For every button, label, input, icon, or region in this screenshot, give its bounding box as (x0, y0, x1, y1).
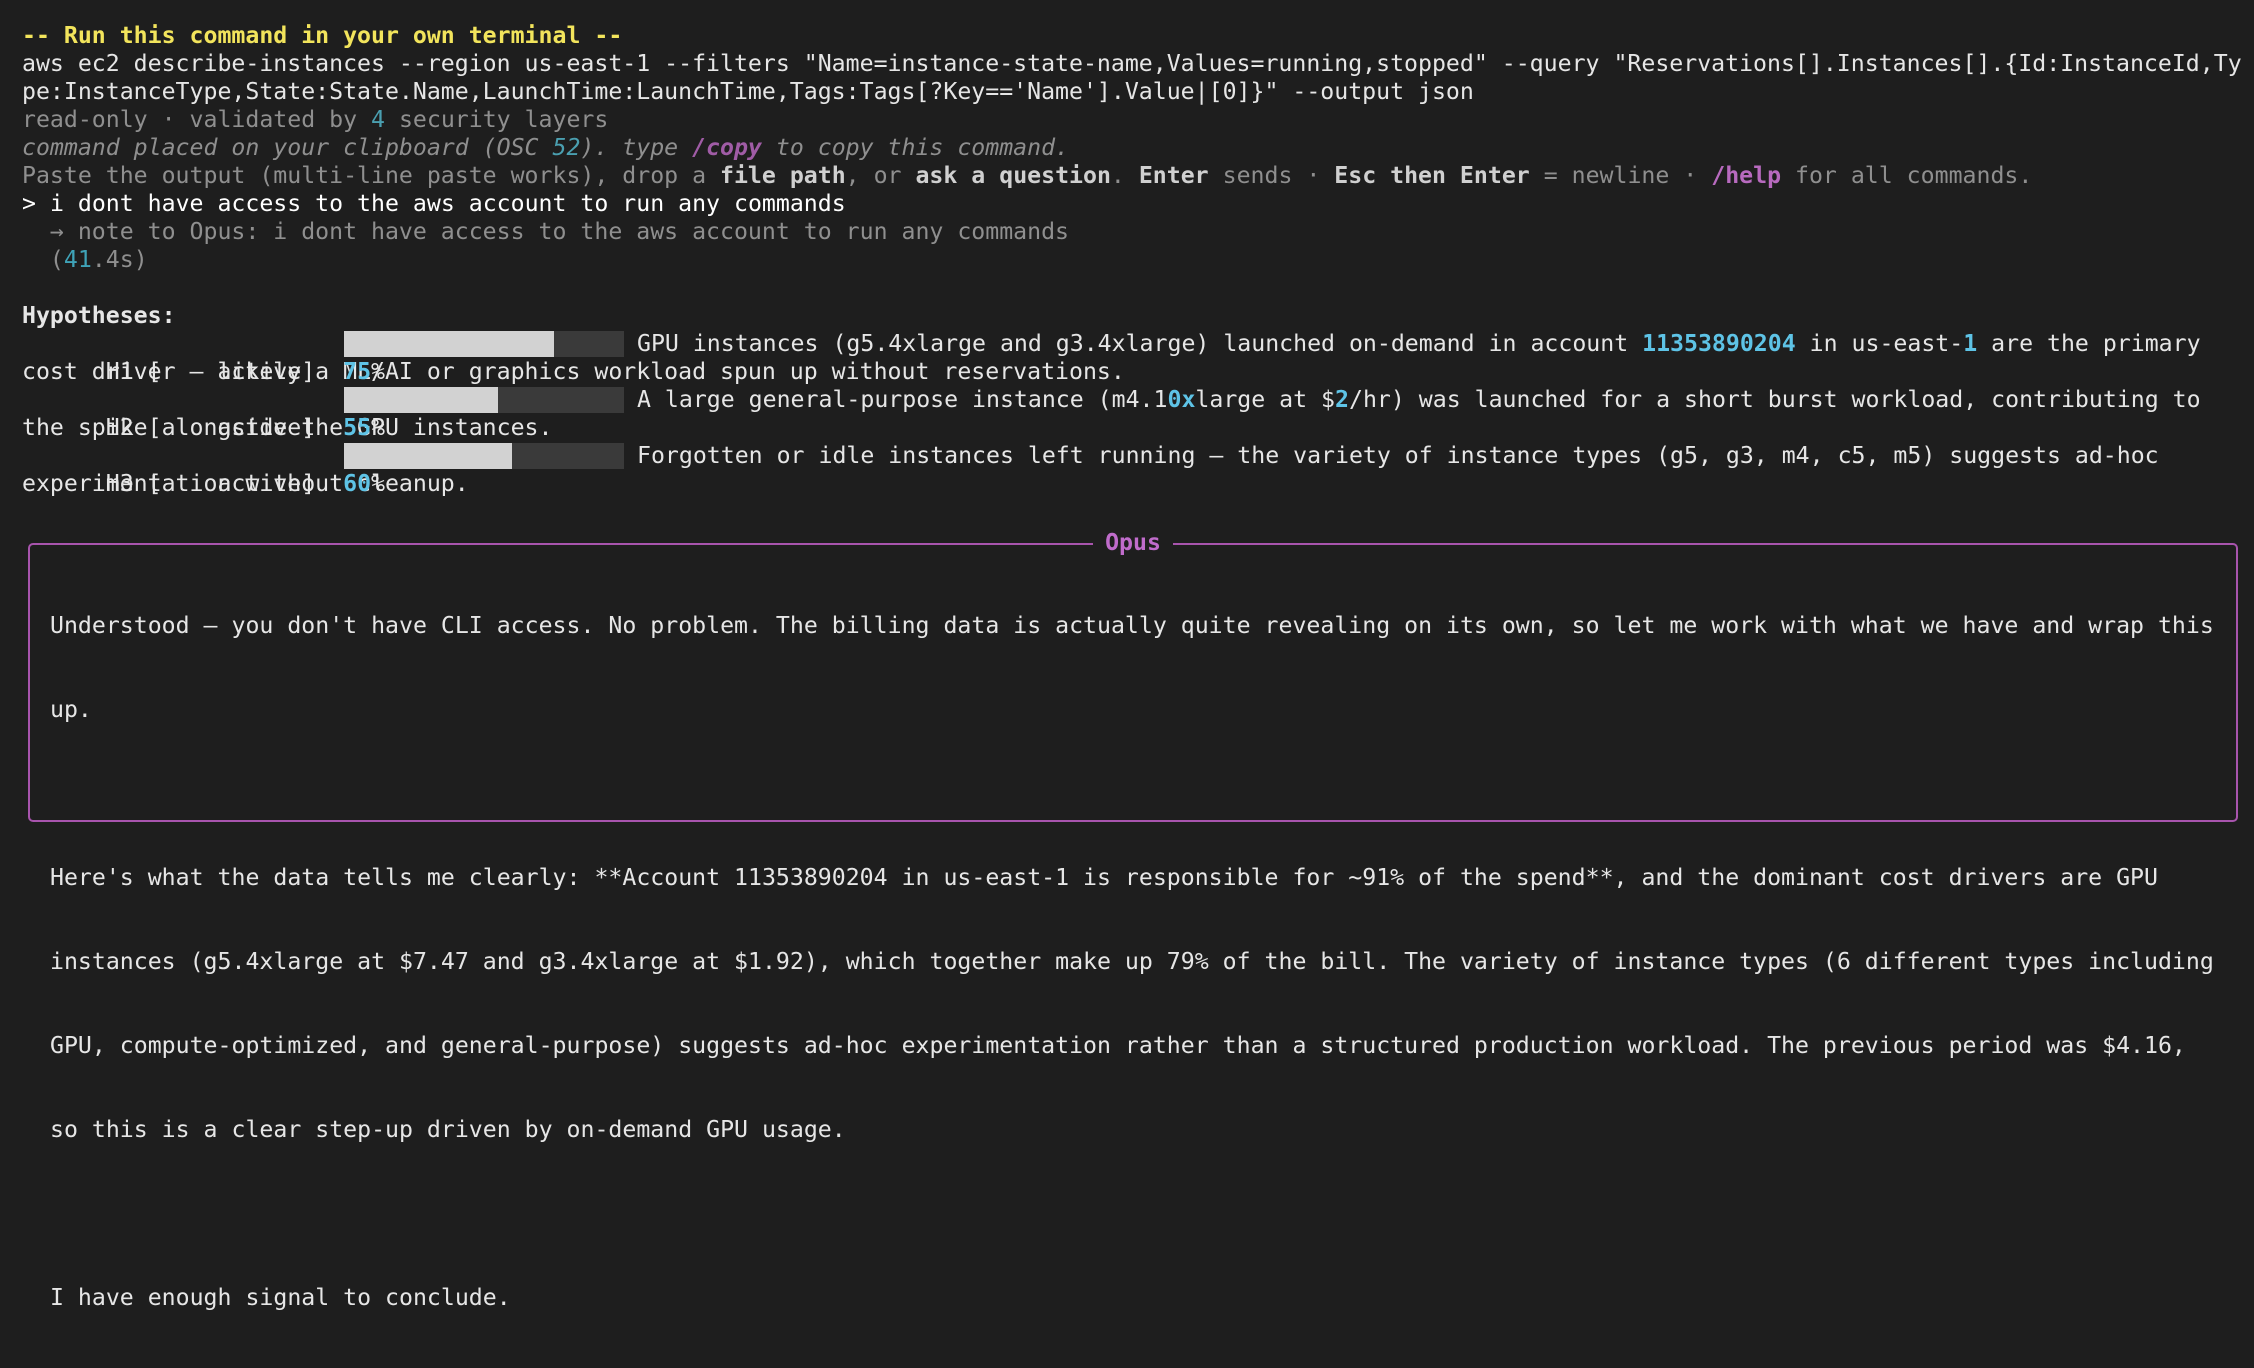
opus-line: Understood — you don't have CLI access. … (50, 612, 2214, 639)
opus-line: instances (g5.4xlarge at $7.47 and g3.4x… (50, 948, 2214, 975)
note-to-opus: → note to Opus: i dont have access to th… (22, 218, 2237, 246)
hypothesis-status: active (217, 414, 302, 441)
percent-sign: % (371, 414, 385, 441)
hypothesis-label: H1 [ active] 75% (105, 358, 385, 385)
opus-line: Here's what the data tells me clearly: *… (50, 864, 2158, 891)
hypothesis-label: H3 [ active] 60% (105, 470, 385, 497)
opus-line (50, 780, 2220, 808)
hypothesis-h2: H2 [ active] 55% A large general-purpose… (22, 386, 2237, 441)
opus-line: up. (50, 696, 92, 723)
clipboard-notice: command placed on your clipboard (OSC 52… (22, 134, 2237, 162)
instructions-text-5: = newline · (1529, 162, 1712, 189)
hypothesis-percent: 75 (343, 358, 372, 385)
opus-title-text: Opus (1093, 529, 1173, 556)
validation-count: 4 (371, 106, 385, 133)
opus-line: so this is a clear step-up driven by on-… (50, 1116, 846, 1143)
instructions-text-1: Paste the output (multi-line paste works… (22, 162, 721, 189)
clipboard-middle: ). type (580, 134, 693, 161)
opus-response-panel: Opus Understood — you don't have CLI acc… (28, 529, 2238, 1311)
clipboard-prefix: command placed on your clipboard (OSC (22, 134, 553, 161)
confidence-bar (344, 387, 624, 413)
run-command-title: -- Run this command in your own terminal… (22, 22, 623, 49)
opus-line (50, 1200, 2220, 1228)
instructions-text-2: , or (845, 162, 916, 189)
desc-text: /hr) was launched for a short burst work… (1348, 386, 2201, 413)
input-instructions: Paste the output (multi-line paste works… (22, 162, 2237, 190)
aws-command-line-2[interactable]: pe:InstanceType,State:State.Name,LaunchT… (22, 78, 2237, 106)
opus-panel-title: Opus (30, 529, 2236, 557)
region-number: 1 (1963, 330, 1978, 357)
hypothesis-id: H2 (105, 414, 134, 441)
esc-enter-key-hint: Esc then Enter (1334, 162, 1530, 189)
desc-text: GPU instances (g5.4xlarge and g3.4xlarge… (637, 330, 1643, 357)
enter-key-hint: Enter (1138, 162, 1209, 189)
hypothesis-label: H2 [ active] 55% (105, 414, 385, 441)
opus-line: I have enough signal to conclude. (50, 1284, 511, 1311)
validation-prefix: read-only · validated by (22, 106, 372, 133)
hypothesis-status: active (217, 358, 302, 385)
hypothesis-h3: H3 [ active] 60% Forgotten or idle insta… (22, 442, 2237, 497)
help-command[interactable]: /help (1711, 162, 1781, 189)
instructions-text-4: sends · (1208, 162, 1335, 189)
percent-sign: % (371, 358, 385, 385)
confidence-bar (344, 443, 624, 469)
confidence-bar (344, 331, 624, 357)
account-id: 11353890204 (1642, 330, 1796, 357)
confidence-bar-fill (344, 443, 512, 469)
desc-text: in us-east- (1795, 330, 1964, 357)
terminal-output: -- Run this command in your own terminal… (22, 22, 2242, 498)
instructions-text-3: . (1110, 162, 1139, 189)
hypothesis-id: H3 (105, 470, 134, 497)
highlight: 2 (1335, 386, 1349, 413)
elapsed-open: ( (49, 246, 64, 273)
opus-response-body: Understood — you don't have CLI access. … (50, 556, 2220, 1368)
highlight: 0x (1167, 386, 1196, 413)
validation-suffix: security layers (384, 106, 609, 133)
user-input-line: > i dont have access to the aws account … (22, 190, 2237, 218)
desc-text: are the primary (1977, 330, 2201, 357)
hypothesis-description: A large general-purpose instance (m4.10x… (637, 386, 2201, 414)
confidence-bar-fill (344, 387, 498, 413)
hypothesis-h1: H1 [ active] 75% GPU instances (g5.4xlar… (22, 330, 2237, 385)
prompt-symbol: > (22, 190, 36, 217)
desc-text: large at $ (1195, 386, 1336, 413)
note-text: → note to Opus: i dont have access to th… (49, 218, 1070, 245)
confidence-bar-fill (344, 331, 554, 357)
opus-line: GPU, compute-optimized, and general-purp… (50, 1032, 2186, 1059)
instructions-text-6: for all commands. (1781, 162, 2033, 189)
hypotheses-title: Hypotheses: (22, 302, 176, 329)
osc-number: 52 (552, 134, 581, 161)
hypothesis-description: Forgotten or idle instances left running… (637, 442, 2159, 469)
copy-command[interactable]: /copy (692, 134, 762, 161)
desc-text: A large general-purpose instance (m4.1 (637, 386, 1168, 413)
hypothesis-status: active (217, 470, 302, 497)
clipboard-suffix: to copy this command. (761, 134, 1070, 161)
elapsed-rest: .4s) (91, 246, 148, 273)
file-path-hint: file path (720, 162, 846, 189)
aws-command-line-1[interactable]: aws ec2 describe-instances --region us-e… (22, 50, 2242, 78)
hypothesis-id: H1 (105, 358, 134, 385)
ask-question-hint: ask a question (915, 162, 1111, 189)
user-input-text: i dont have access to the aws account to… (49, 190, 846, 217)
hypothesis-percent: 55 (343, 414, 372, 441)
elapsed-time: (41.4s) (22, 246, 2237, 274)
hypothesis-description: GPU instances (g5.4xlarge and g3.4xlarge… (637, 330, 2201, 358)
elapsed-int: 41 (63, 246, 92, 273)
validation-status: read-only · validated by 4 security laye… (22, 106, 2237, 134)
hypothesis-percent: 60 (343, 470, 372, 497)
percent-sign: % (371, 470, 385, 497)
